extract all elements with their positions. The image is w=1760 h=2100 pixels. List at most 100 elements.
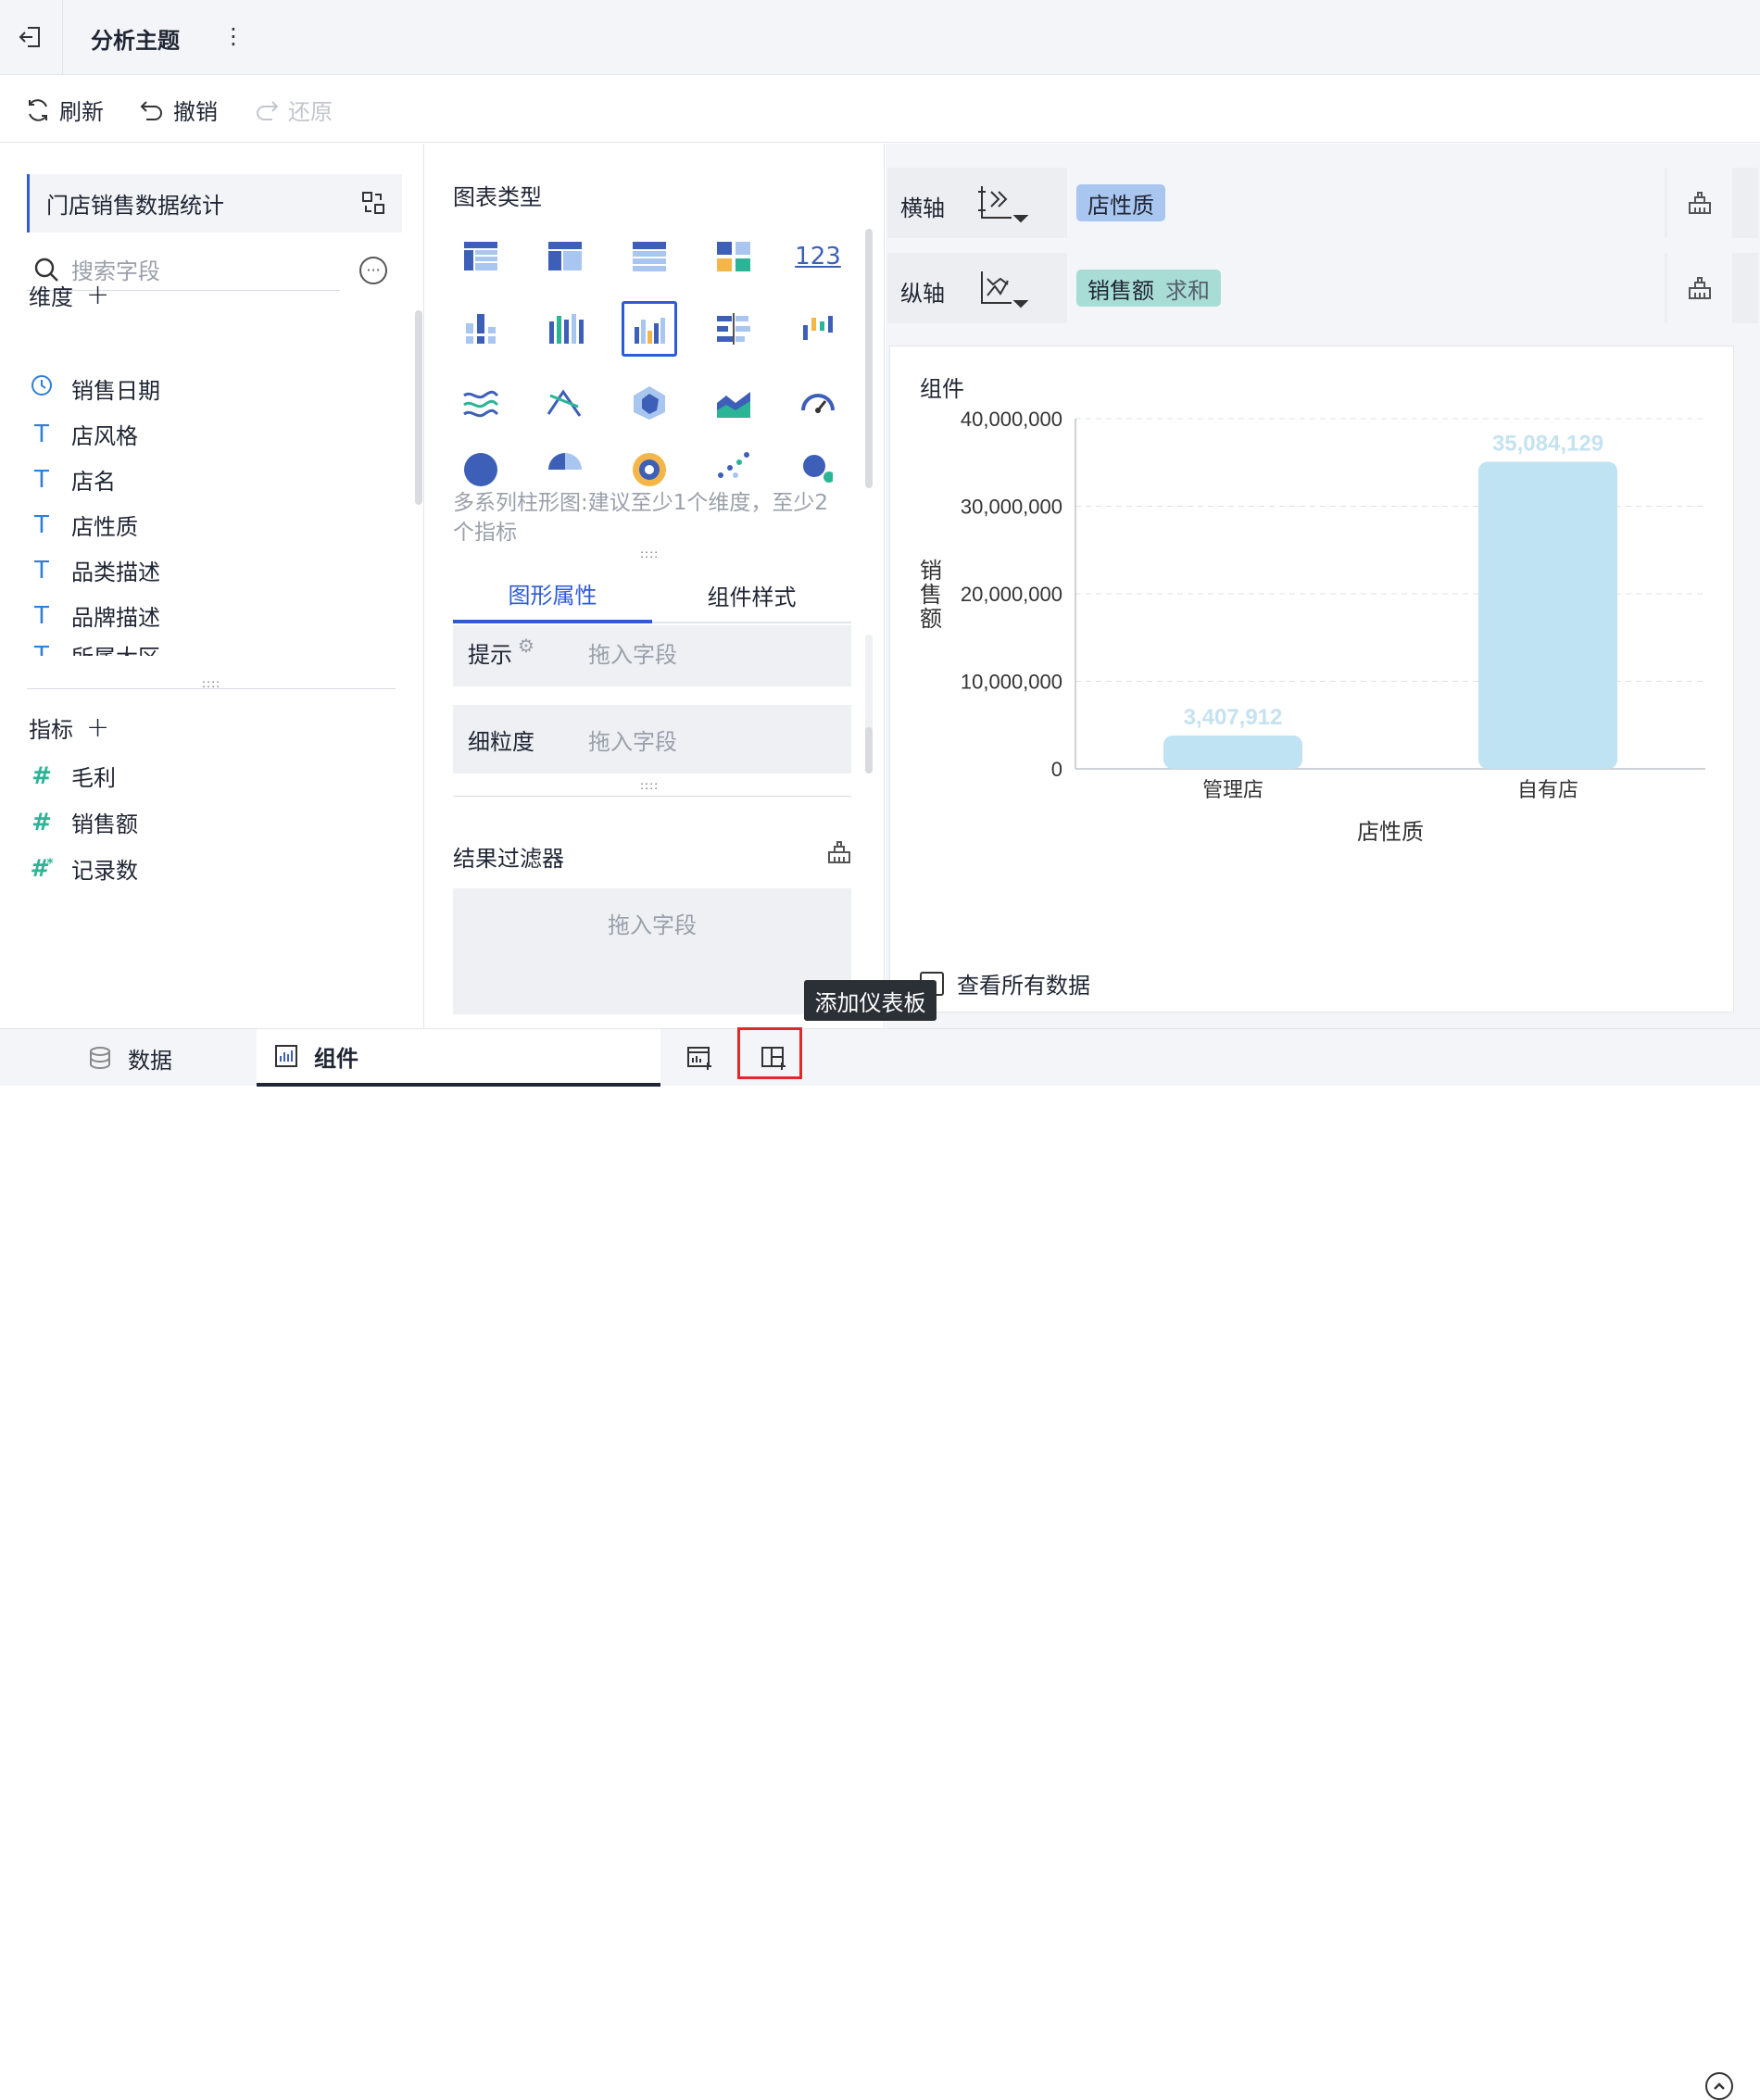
y-tick-label: 30,000,000 (961, 496, 1062, 519)
table-chart-icon[interactable] (453, 229, 509, 284)
chart-type-row-clipped (453, 440, 833, 488)
dimension-label: 所属大区 (71, 639, 160, 656)
undo-button[interactable]: 撤销 (138, 94, 218, 126)
dimension-item[interactable]: T 店性质 (29, 509, 138, 541)
gear-icon[interactable]: ⚙ (518, 635, 534, 657)
dimension-item[interactable]: T 店风格 (29, 418, 138, 450)
x-tick-label: 自有店 (1517, 778, 1578, 801)
y-axis-field-pill[interactable]: 销售额 求和 (1076, 270, 1221, 307)
bar-value-label: 35,084,129 (1492, 431, 1603, 456)
x-axis-type-icon[interactable] (976, 182, 1032, 225)
exit-icon[interactable] (15, 20, 46, 54)
property-scrollbar[interactable] (865, 727, 873, 773)
y-axis-drop-zone[interactable]: 销售额 求和 (1067, 253, 1665, 323)
scatter-chart-icon[interactable] (706, 440, 761, 488)
more-menu-icon[interactable]: ⋮ (222, 22, 245, 50)
filter-clear-icon[interactable] (825, 838, 853, 866)
radar-chart-icon[interactable] (622, 375, 677, 431)
filter-placeholder: 拖入字段 (608, 912, 697, 938)
chevron-up-icon (1714, 2082, 1725, 2090)
dimensions-title: 维度 (29, 284, 73, 310)
measure-item[interactable]: #* 记录数 (29, 852, 138, 885)
bubble-chart-icon[interactable] (790, 440, 833, 488)
y-tick-label: 0 (1051, 758, 1062, 781)
bar (1163, 736, 1302, 769)
dimension-item[interactable]: T 品类描述 (29, 554, 160, 586)
resize-handle[interactable]: :::: (640, 779, 659, 792)
measure-label: 记录数 (71, 858, 138, 884)
resize-handle[interactable]: :::: (640, 547, 659, 560)
tooltip-field-drop[interactable]: 提示 ⚙ 拖入字段 (453, 625, 851, 686)
line-chart-icon[interactable] (453, 375, 509, 431)
detail-table-icon[interactable] (622, 229, 677, 284)
y-axis-type-icon[interactable] (976, 268, 1032, 310)
area-chart-icon[interactable] (706, 375, 761, 431)
multi-series-column-icon[interactable] (622, 301, 677, 357)
kpi-card-icon[interactable] (706, 229, 761, 284)
gauge-chart-icon[interactable] (790, 375, 846, 431)
result-filter-drop[interactable]: 拖入字段 (453, 888, 851, 1014)
toolbar: 刷新 撤销 还原 (0, 75, 1760, 143)
tooltip-placeholder: 拖入字段 (588, 642, 677, 668)
tab-data[interactable]: 数据 (87, 1029, 172, 1087)
dimension-item[interactable]: 销售日期 (29, 372, 160, 405)
dimension-item[interactable]: T 品牌描述 (29, 599, 160, 632)
measure-item[interactable]: # 销售额 (29, 806, 138, 838)
chart-card: 组件 0 10,000,000 20,000,000 30,000,000 40,000… (889, 346, 1734, 1012)
bar (1478, 461, 1617, 769)
range-column-icon[interactable] (790, 301, 846, 357)
add-measure-icon[interactable]: + (86, 713, 109, 741)
redo-button[interactable]: 还原 (253, 94, 333, 126)
measure-item[interactable]: # 毛利 (29, 760, 116, 792)
dimension-item[interactable]: T 店名 (29, 463, 116, 496)
add-component-button[interactable] (684, 1042, 715, 1074)
text-type-icon: T (34, 601, 49, 630)
tab-component-style[interactable]: 组件样式 (652, 566, 851, 623)
text-type-icon: T (34, 556, 49, 585)
measures-title: 指标 (29, 717, 73, 743)
undo-icon (140, 100, 162, 120)
text-type-icon: T (34, 465, 49, 494)
dataset-name: 门店销售数据统计 (46, 193, 224, 219)
bar-comparison-icon[interactable] (706, 301, 761, 357)
chart-type-scrollbar[interactable] (865, 229, 873, 488)
crosstab-chart-icon[interactable] (537, 229, 593, 284)
field-panel: 门店销售数据统计 搜索字段 ··· 维度 + 销售日期 T 店风格 T 店名 T… (0, 144, 436, 1028)
switch-dataset-icon[interactable] (359, 189, 387, 217)
number-chart-icon[interactable]: 123 (790, 229, 846, 284)
x-axis-drop-zone[interactable]: 店性质 (1067, 168, 1665, 238)
top-bar: 分析主题 ⋮ (0, 0, 1760, 75)
tab-graph-properties[interactable]: 图形属性 (453, 566, 652, 623)
tab-component-label: 组件 (314, 1045, 358, 1072)
chart-type-hint: 多系列柱形图:建议至少1个维度，至少2个指标 (453, 491, 829, 545)
refresh-button[interactable]: 刷新 (24, 94, 104, 126)
y-axis-label: 纵轴 (900, 281, 945, 307)
page-title: 分析主题 (91, 28, 180, 54)
rose-chart-icon[interactable] (537, 440, 593, 488)
grouped-table-icon[interactable] (453, 301, 509, 357)
y-axis-row: 纵轴 销售额 求和 (887, 253, 1758, 323)
refresh-icon (29, 98, 47, 121)
dimension-label: 店性质 (71, 514, 138, 540)
granularity-field-drop[interactable]: 细粒度 拖入字段 (453, 705, 851, 773)
x-axis-title: 店性质 (1357, 820, 1424, 845)
scatter-line-icon[interactable] (537, 375, 593, 431)
view-all-data-toggle[interactable]: 查看所有数据 (920, 967, 1090, 1000)
x-axis-clear-button[interactable] (1667, 168, 1732, 238)
add-dimension-icon[interactable]: + (86, 281, 109, 308)
granularity-label: 细粒度 (468, 729, 534, 755)
clock-icon (29, 373, 55, 404)
y-axis-clear-button[interactable] (1667, 253, 1732, 323)
sunburst-chart-icon[interactable] (622, 440, 677, 488)
x-axis-field-pill[interactable]: 店性质 (1076, 184, 1165, 221)
tooltip-prop-clip: 提示 ⚙ 拖入字段 (425, 625, 885, 686)
add-component-icon (687, 1047, 711, 1070)
bar-value-label: 3,407,912 (1184, 705, 1283, 730)
dataset-selector[interactable]: 门店销售数据统计 (27, 174, 402, 233)
pie-chart-icon[interactable] (453, 440, 509, 488)
tab-component[interactable]: 组件 (257, 1029, 660, 1087)
dimension-item[interactable]: T 所属大区 (29, 639, 160, 657)
stacked-column-icon[interactable] (537, 301, 593, 357)
expand-panel-button[interactable] (1705, 2072, 1733, 2100)
more-options-icon[interactable]: ··· (359, 257, 387, 284)
